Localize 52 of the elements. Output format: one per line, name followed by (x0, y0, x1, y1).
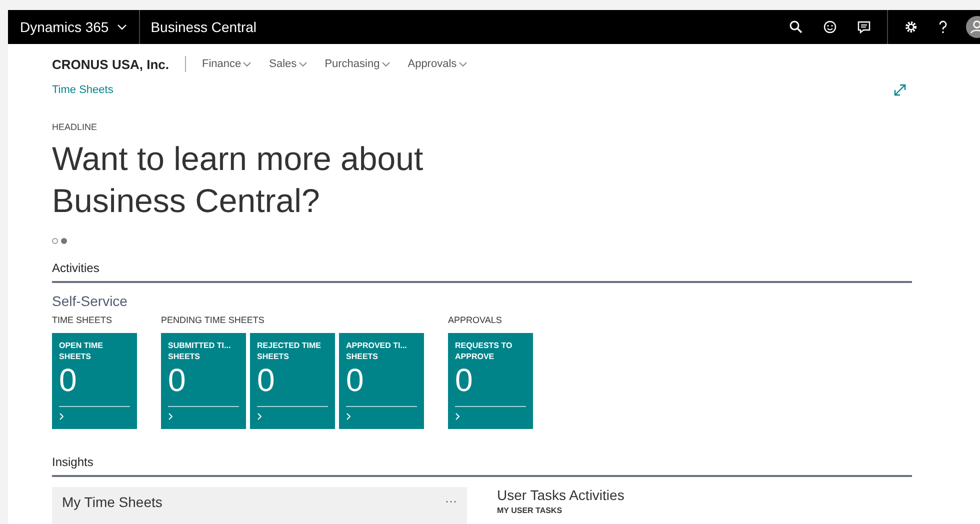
chevron-down-icon (298, 62, 307, 66)
tile-value: 0 (455, 364, 474, 396)
search-icon[interactable] (789, 20, 803, 34)
nav-menu[interactable]: Purchasing (324, 58, 390, 70)
smiley-icon[interactable] (823, 20, 837, 34)
time-sheets-link[interactable]: Time Sheets (52, 84, 114, 96)
app-name: Business Central (150, 19, 257, 35)
chevron-right-icon (168, 413, 173, 420)
message-icon[interactable] (857, 20, 871, 34)
carousel-dot[interactable] (52, 238, 58, 244)
headline-label: HEADLINE (52, 122, 98, 132)
chevron-right-icon (257, 413, 262, 420)
company-name[interactable]: CRONUS USA, Inc. (52, 56, 170, 72)
tile-value: 0 (257, 364, 276, 396)
chevron-down-icon (243, 62, 252, 66)
tile-label: REJECTED TIME SHEETS (257, 340, 322, 362)
nav-menu[interactable]: Sales (269, 58, 307, 70)
cue-tile[interactable]: REQUESTS TO APPROVE 0 (448, 333, 533, 429)
tile-label: SUBMITTED TI... SHEETS (168, 340, 232, 362)
group-label: APPROVALS (448, 315, 503, 325)
help-icon[interactable] (938, 20, 948, 34)
nav-menu[interactable]: Approvals (408, 58, 467, 70)
chevron-down-icon (458, 62, 467, 66)
tile-label: OPEN TIME SHEETS (59, 340, 104, 362)
nav-menu[interactable]: Finance (202, 58, 252, 70)
cue-tile[interactable]: REJECTED TIME SHEETS 0 (250, 333, 335, 429)
tile-value: 0 (168, 364, 187, 396)
part-title: User Tasks Activities (497, 487, 624, 503)
section-subtitle: Self-Service (52, 293, 128, 309)
chevron-right-icon (455, 413, 460, 420)
group-label: TIME SHEETS (52, 315, 114, 325)
group-label: MY USER TASKS (497, 506, 564, 515)
headline-text: Want to learn more about Business Central? (52, 139, 424, 221)
tile-value: 0 (59, 364, 78, 396)
cue-tile[interactable]: OPEN TIME SHEETS 0 (52, 333, 137, 429)
settings-icon[interactable] (904, 20, 918, 34)
cue-tile[interactable]: SUBMITTED TI... SHEETS 0 (161, 333, 246, 429)
expand-icon[interactable] (894, 84, 906, 96)
card-title: My Time Sheets (62, 494, 162, 510)
tile-label: APPROVED TI... SHEETS (346, 340, 408, 362)
chevron-down-icon (116, 24, 127, 30)
chevron-down-icon (382, 62, 390, 66)
section-title: Insights (52, 455, 94, 469)
carousel-dot[interactable] (61, 238, 67, 244)
tile-value: 0 (346, 364, 365, 396)
more-button[interactable]: ··· (445, 494, 457, 508)
section-title: Activities (52, 261, 100, 275)
chevron-right-icon (59, 413, 64, 420)
chevron-right-icon (346, 413, 351, 420)
tile-label: REQUESTS TO APPROVE (455, 340, 514, 362)
group-label: PENDING TIME SHEETS (161, 315, 266, 325)
cue-tile[interactable]: APPROVED TI... SHEETS 0 (339, 333, 424, 429)
